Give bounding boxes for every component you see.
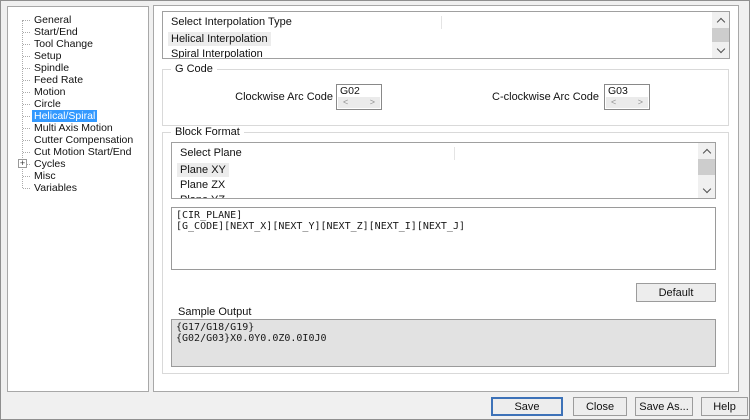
sample-output-label: Sample Output xyxy=(178,306,252,318)
scrollbar-thumb[interactable] xyxy=(698,159,715,175)
cclockwise-arc-code-spinner[interactable]: G03 < > xyxy=(604,84,650,110)
list-item-spiral-interpolation[interactable]: Spiral Interpolation xyxy=(163,47,729,58)
save-button[interactable]: Save xyxy=(491,397,563,416)
tree-item-motion[interactable]: Motion xyxy=(8,86,148,98)
tree-item-setup[interactable]: Setup xyxy=(8,50,148,62)
spinner-next-icon[interactable]: > xyxy=(370,97,375,108)
select-plane-list: Select Plane Plane XY Plane ZX Plane YZ xyxy=(171,142,716,199)
tree-item-general[interactable]: General xyxy=(8,14,148,26)
tree-item-cut-motion-start-end[interactable]: Cut Motion Start/End xyxy=(8,146,148,158)
tree-item-cycles[interactable]: + Cycles xyxy=(8,158,148,170)
header-column-divider[interactable] xyxy=(441,16,442,29)
block-format-group-label: Block Format xyxy=(171,126,244,139)
tree-item-spindle[interactable]: Spindle xyxy=(8,62,148,74)
gcode-group: G Code Clockwise Arc Code G02 < > C-cloc… xyxy=(162,63,729,126)
select-plane-header[interactable]: Select Plane xyxy=(172,143,715,163)
save-as-button[interactable]: Save As... xyxy=(635,397,693,416)
tree-item-feed-rate[interactable]: Feed Rate xyxy=(8,74,148,86)
block-format-textarea[interactable]: [CIR_PLANE] [G_CODE][NEXT_X][NEXT_Y][NEX… xyxy=(171,207,716,270)
scroll-up-icon[interactable] xyxy=(698,143,715,158)
interpolation-list-header[interactable]: Select Interpolation Type xyxy=(163,12,729,32)
plane-list-scrollbar[interactable] xyxy=(698,143,715,198)
tree-item-variables[interactable]: Variables xyxy=(8,182,148,194)
category-tree-panel: General Start/End Tool Change Setup Spin… xyxy=(7,6,149,392)
list-item-plane-xy[interactable]: Plane XY xyxy=(172,163,715,178)
expand-plus-icon[interactable]: + xyxy=(18,159,27,168)
tree-item-misc[interactable]: Misc xyxy=(8,170,148,182)
clockwise-arc-code-label: Clockwise Arc Code xyxy=(235,91,333,103)
help-button[interactable]: Help xyxy=(701,397,748,416)
cclockwise-arc-code-label: C-clockwise Arc Code xyxy=(492,91,599,103)
postprocessor-settings-dialog: General Start/End Tool Change Setup Spin… xyxy=(0,0,750,420)
list-item-helical-interpolation[interactable]: Helical Interpolation xyxy=(163,32,729,47)
tree-item-tool-change[interactable]: Tool Change xyxy=(8,38,148,50)
list-item-plane-zx[interactable]: Plane ZX xyxy=(172,178,715,193)
sample-output-box: {G17/G18/G19} {G02/G03}X0.0Y0.0Z0.0I0J0 xyxy=(171,319,716,367)
gcode-group-label: G Code xyxy=(171,63,217,76)
tree-item-multi-axis-motion[interactable]: Multi Axis Motion xyxy=(8,122,148,134)
header-column-divider[interactable] xyxy=(454,147,455,160)
scroll-down-icon[interactable] xyxy=(698,183,715,198)
close-button[interactable]: Close xyxy=(573,397,627,416)
cclockwise-arc-code-value[interactable]: G03 xyxy=(605,85,649,97)
tree-item-cutter-compensation[interactable]: Cutter Compensation xyxy=(8,134,148,146)
default-button[interactable]: Default xyxy=(636,283,716,302)
settings-content-panel: Select Interpolation Type Helical Interp… xyxy=(153,5,739,392)
scroll-up-icon[interactable] xyxy=(712,12,729,27)
spinner-next-icon[interactable]: > xyxy=(638,97,643,108)
interpolation-scrollbar[interactable] xyxy=(712,12,729,58)
tree-item-start-end[interactable]: Start/End xyxy=(8,26,148,38)
clockwise-arc-code-spinner[interactable]: G02 < > xyxy=(336,84,382,110)
scrollbar-thumb[interactable] xyxy=(712,28,729,42)
list-item-plane-yz[interactable]: Plane YZ xyxy=(172,193,715,198)
tree-item-helical-spiral[interactable]: Helical/Spiral xyxy=(8,110,148,122)
clockwise-arc-code-value[interactable]: G02 xyxy=(337,85,381,97)
scroll-down-icon[interactable] xyxy=(712,43,729,58)
spinner-prev-icon[interactable]: < xyxy=(611,97,616,108)
interpolation-type-list: Select Interpolation Type Helical Interp… xyxy=(162,11,730,59)
tree-item-circle[interactable]: Circle xyxy=(8,98,148,110)
spinner-prev-icon[interactable]: < xyxy=(343,97,348,108)
block-format-group: Block Format Select Plane Plane XY Plane… xyxy=(162,126,729,374)
